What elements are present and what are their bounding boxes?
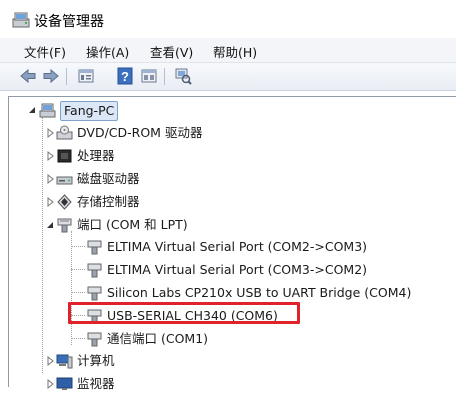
title-bar: 设备管理器 [0,0,456,38]
expand-triangle-icon[interactable] [45,191,55,213]
computer-icon [56,354,73,369]
port-icon [57,218,72,233]
scan-hardware-icon[interactable] [174,67,192,85]
tree-node[interactable]: 磁盘驱动器 [9,168,449,190]
toolbar-separator [66,68,67,85]
svg-text:?: ? [121,69,129,84]
collapse-triangle-icon[interactable] [45,214,55,236]
expand-triangle-icon[interactable] [45,350,55,372]
tree-node[interactable]: DVD/CD-ROM 驱动器 [9,122,449,144]
properties-icon[interactable] [77,67,95,85]
expand-triangle-icon[interactable] [45,168,55,190]
serial-port-icon [87,263,102,278]
tree-node[interactable]: 监视器 [9,373,449,395]
back-arrow-icon[interactable] [19,67,37,85]
port-child-label[interactable]: ELTIMA Virtual Serial Port (COM3->COM2) [107,259,367,281]
port-child-row[interactable]: 通信端口 (COM1) [9,328,449,350]
menu-file[interactable]: 文件(F) [24,42,66,61]
tree-node[interactable]: 计算机 [9,350,449,372]
expand-triangle-icon[interactable] [45,122,55,144]
processor-icon [57,149,72,163]
device-manager-icon [12,12,30,28]
menu-help[interactable]: 帮助(H) [213,42,257,61]
menu-view[interactable]: 查看(V) [150,42,193,61]
monitor-icon [56,377,73,390]
menu-action[interactable]: 操作(A) [86,42,129,61]
menu-bar: 文件(F) 操作(A) 查看(V) 帮助(H) [0,38,456,63]
tree-root[interactable]: Fang-PC [9,99,449,121]
expand-triangle-icon[interactable] [45,145,55,167]
computer-root-icon [39,103,56,118]
highlight-annotation-box [68,302,300,324]
toolbar: ? [0,63,456,91]
tree-node-expanded[interactable]: 端口 (COM 和 LPT) [9,214,449,236]
forward-arrow-icon[interactable] [42,67,60,85]
serial-port-icon [87,286,102,301]
port-child-row[interactable]: ELTIMA Virtual Serial Port (COM3->COM2) [9,259,449,281]
tree-node[interactable]: 处理器 [9,145,449,167]
port-child-row[interactable]: ELTIMA Virtual Serial Port (COM2->COM3) [9,236,449,258]
tree-node-label[interactable]: DVD/CD-ROM 驱动器 [77,122,202,144]
tree-node-label[interactable]: 计算机 [77,350,115,372]
tree-node-label[interactable]: 处理器 [77,145,115,167]
port-child-label[interactable]: ELTIMA Virtual Serial Port (COM2->COM3) [107,236,367,258]
view-icon[interactable] [140,67,158,85]
port-child-label[interactable]: 通信端口 (COM1) [107,328,208,350]
window-title: 设备管理器 [34,14,104,30]
tree-node-label[interactable]: 存储控制器 [77,191,140,213]
serial-port-icon [87,332,102,347]
storage-controller-icon [57,194,72,210]
help-icon[interactable]: ? [116,67,134,85]
toolbar-separator [164,68,165,85]
port-child-label[interactable]: Silicon Labs CP210x USB to UART Bridge (… [107,282,411,304]
device-tree[interactable]: Fang-PC DVD/CD-ROM 驱动器 处理器 磁盘驱动器 存储控制器 端… [8,96,456,391]
tree-node-label[interactable]: 磁盘驱动器 [77,168,140,190]
collapse-triangle-icon[interactable] [27,99,37,121]
tree-node[interactable]: 存储控制器 [9,191,449,213]
expand-triangle-icon[interactable] [45,373,55,395]
tree-node-label[interactable]: 端口 (COM 和 LPT) [77,214,188,236]
disk-drive-icon [56,176,73,185]
dvd-drive-icon [56,125,73,140]
port-child-row[interactable]: Silicon Labs CP210x USB to UART Bridge (… [9,282,449,304]
tree-root-label[interactable]: Fang-PC [60,101,119,121]
serial-port-icon [87,240,102,255]
tree-node-label[interactable]: 监视器 [77,373,115,395]
